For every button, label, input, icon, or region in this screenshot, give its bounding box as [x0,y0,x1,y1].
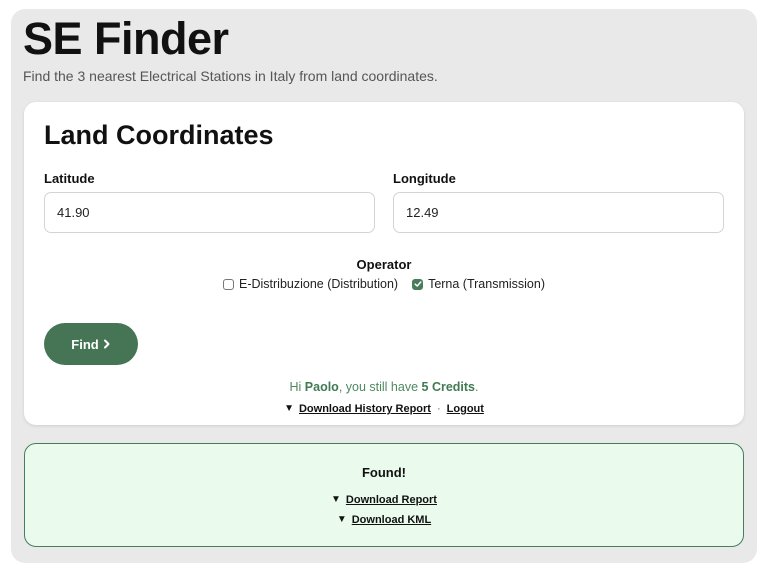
transmission-checkbox[interactable] [412,278,424,290]
coordinates-card: Land Coordinates Latitude Longitude Oper… [24,102,744,425]
distribution-checkbox[interactable] [222,278,234,290]
chevron-right-icon [103,339,111,349]
distribution-label: E-Distribuzione (Distribution) [238,277,399,291]
check-icon [414,281,422,287]
operator-option-transmission[interactable]: Terna (Transmission) [412,277,545,291]
latitude-input[interactable] [44,192,375,233]
app-title: SE Finder [23,13,229,64]
greeting-middle: , you still have [338,380,422,394]
longitude-label: Longitude [393,171,456,186]
greeting-suffix: . [475,380,479,394]
account-links: ▼ Download History Report · Logout [24,402,744,416]
longitude-input[interactable] [393,192,724,233]
credits-greeting: Hi Paolo, you still have 5 Credits. [24,379,744,395]
credits-count: 5 Credits [421,380,476,394]
download-history-link[interactable]: Download History Report [299,402,431,416]
result-card: Found! ▼ Download Report ▼ Download KML [24,443,744,547]
triangle-down-icon: ▼ [336,514,347,525]
logout-link[interactable]: Logout [447,402,484,416]
report-link-row: ▼ Download Report [25,493,743,507]
result-status: Found! [361,465,407,480]
operator-options: E-Distribuzione (Distribution) Terna (Tr… [24,277,744,291]
app-subtitle: Find the 3 nearest Electrical Stations i… [23,68,438,84]
operator-label: Operator [356,257,412,272]
card-title: Land Coordinates [44,120,274,150]
greeting-prefix: Hi [289,380,305,394]
triangle-down-icon: ▼ [284,403,294,414]
user-name: Paolo [304,380,339,394]
download-report-link[interactable]: Download Report [346,493,437,507]
kml-link-row: ▼ Download KML [25,513,743,527]
triangle-down-icon: ▼ [331,494,341,505]
find-button[interactable]: Find [44,323,138,365]
download-kml-link[interactable]: Download KML [352,513,431,527]
page-container: SE Finder Find the 3 nearest Electrical … [11,9,757,563]
link-separator: · [436,403,441,415]
latitude-label: Latitude [44,171,95,186]
operator-option-distribution[interactable]: E-Distribuzione (Distribution) [222,277,399,291]
transmission-label: Terna (Transmission) [428,277,545,291]
find-button-label: Find [71,336,99,352]
